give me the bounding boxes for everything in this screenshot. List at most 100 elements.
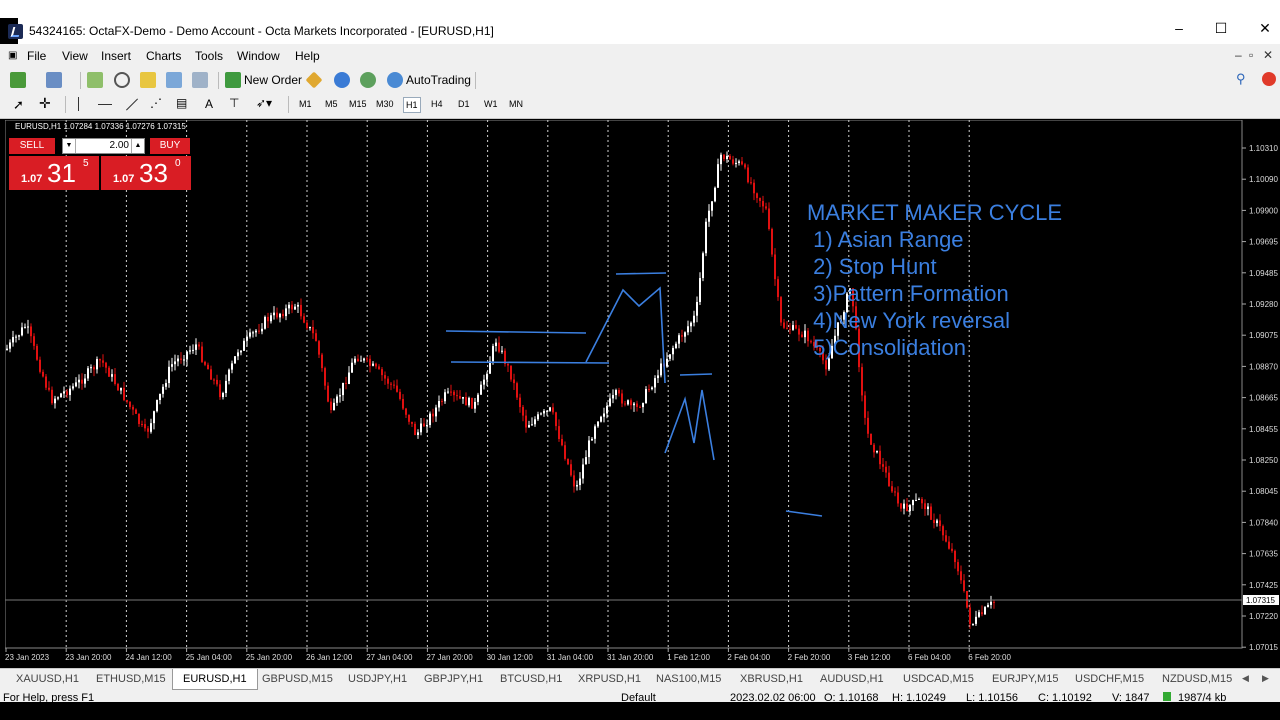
- channel-icon[interactable]: ⋰: [150, 96, 162, 110]
- search-icon[interactable]: ⚲: [1236, 71, 1246, 87]
- new-chart-icon[interactable]: [10, 72, 26, 88]
- menu-window[interactable]: Window: [237, 49, 280, 63]
- arrows-icon[interactable]: ➶▾: [256, 96, 272, 110]
- tab-usdjpy[interactable]: USDJPY,H1: [348, 673, 407, 685]
- strategy-tester-icon[interactable]: [192, 72, 208, 88]
- buy-price-button[interactable]: 1.07 33 0: [101, 156, 191, 190]
- mdi-close-button[interactable]: ✕: [1263, 48, 1273, 62]
- new-order-button[interactable]: New Order: [244, 73, 302, 87]
- terminal-icon[interactable]: [166, 72, 182, 88]
- timeframe-d1[interactable]: D1: [458, 99, 470, 109]
- menu-tools[interactable]: Tools: [195, 49, 223, 63]
- minimize-button[interactable]: –: [1164, 20, 1194, 36]
- tab-nas100[interactable]: NAS100,M15: [656, 673, 721, 685]
- signals-icon[interactable]: [360, 72, 376, 88]
- candle-body: [963, 580, 965, 592]
- timeframe-m5[interactable]: M5: [325, 99, 338, 109]
- market-watch-icon[interactable]: [87, 72, 103, 88]
- community-icon[interactable]: [334, 72, 350, 88]
- tab-eurusd[interactable]: EURUSD,H1: [172, 669, 258, 690]
- tab-gbpusd[interactable]: GBPUSD,M15: [262, 673, 333, 685]
- menu-insert[interactable]: Insert: [101, 49, 131, 63]
- menu-charts[interactable]: Charts: [146, 49, 181, 63]
- candle-body: [543, 410, 545, 414]
- timeframe-w1[interactable]: W1: [484, 99, 498, 109]
- tab-nzdusd[interactable]: NZDUSD,M15: [1162, 673, 1232, 685]
- candle-body: [195, 344, 197, 350]
- candle-body: [867, 417, 869, 434]
- profiles-icon[interactable]: [46, 72, 62, 88]
- tab-ethusd[interactable]: ETHUSD,M15: [96, 673, 166, 685]
- timeframe-m30[interactable]: M30: [376, 99, 394, 109]
- metaeditor-icon[interactable]: [305, 71, 323, 89]
- tab-xrpusd[interactable]: XRPUSD,H1: [578, 673, 641, 685]
- text-icon[interactable]: A: [205, 97, 213, 111]
- menu-file[interactable]: File: [27, 49, 46, 63]
- candle-body: [717, 164, 719, 188]
- timeframe-h4[interactable]: H4: [431, 99, 443, 109]
- candle-body: [864, 395, 866, 418]
- tab-scroll-left-icon[interactable]: ◀: [1242, 673, 1249, 684]
- chart-canvas[interactable]: MARKET MAKER CYCLE 1) Asian Range 2) Sto…: [4, 119, 1280, 668]
- tab-xbrusd[interactable]: XBRUSD,H1: [740, 673, 803, 685]
- price-chart[interactable]: MARKET MAKER CYCLE 1) Asian Range 2) Sto…: [4, 119, 1280, 668]
- timeframe-h1[interactable]: H1: [403, 97, 421, 113]
- close-button[interactable]: ✕: [1250, 20, 1280, 37]
- new-order-icon[interactable]: [225, 72, 241, 88]
- mdi-minimize-button[interactable]: –: [1235, 48, 1242, 62]
- candle-body: [117, 384, 119, 391]
- price-label: 1.07015: [1249, 643, 1278, 652]
- notifications-icon[interactable]: [1262, 72, 1276, 86]
- candle-body: [249, 332, 251, 337]
- tab-audusd[interactable]: AUDUSD,H1: [820, 673, 884, 685]
- autotrading-button[interactable]: AutoTrading: [406, 73, 471, 87]
- vertical-line-icon[interactable]: [78, 97, 79, 111]
- candle-body: [399, 391, 401, 399]
- tab-xauusd[interactable]: XAUUSD,H1: [16, 673, 79, 685]
- tab-btcusd[interactable]: BTCUSD,H1: [500, 673, 562, 685]
- chart-window-icon[interactable]: ▣: [8, 50, 17, 61]
- tab-gbpjpy[interactable]: GBPJPY,H1: [424, 673, 483, 685]
- lot-increase-icon[interactable]: ▲: [131, 139, 144, 153]
- candle-body: [21, 327, 23, 336]
- cursor-icon[interactable]: ➚: [13, 97, 24, 113]
- buy-price-prefix: 1.07: [113, 173, 135, 185]
- lot-size-field[interactable]: ▼ 2.00 ▲: [62, 138, 145, 154]
- lot-value[interactable]: 2.00: [77, 139, 129, 153]
- tab-eurjpy[interactable]: EURJPY,M15: [992, 673, 1058, 685]
- horizontal-line-icon[interactable]: [98, 104, 112, 105]
- candle-body: [525, 415, 527, 428]
- candle-body: [396, 385, 398, 392]
- status-high: H: 1.10249: [892, 692, 946, 702]
- menu-help[interactable]: Help: [295, 49, 320, 63]
- tab-usdcad[interactable]: USDCAD,M15: [903, 673, 974, 685]
- sell-price-button[interactable]: 1.07 31 5: [9, 156, 99, 190]
- timeframe-m15[interactable]: M15: [349, 99, 367, 109]
- tab-scroll-right-icon[interactable]: ▶: [1262, 673, 1269, 684]
- tab-usdchf[interactable]: USDCHF,M15: [1075, 673, 1144, 685]
- candle-body: [507, 363, 509, 366]
- maximize-button[interactable]: ☐: [1206, 20, 1236, 37]
- mdi-restore-button[interactable]: ▫: [1249, 48, 1253, 62]
- autotrading-icon[interactable]: [387, 72, 403, 88]
- buy-button[interactable]: BUY: [150, 138, 190, 154]
- candle-body: [672, 347, 674, 355]
- candle-body: [282, 313, 284, 317]
- menu-view[interactable]: View: [62, 49, 88, 63]
- navigator-icon[interactable]: [140, 72, 156, 88]
- drawing-toolbar: ➚ ✛ ⋰ ▤ A ⊤ ➶▾ M1 M5 M15 M30 H1 H4 D1 W1…: [0, 92, 1280, 119]
- status-datetime: 2023.02.02 06:00: [730, 692, 816, 702]
- timeframe-m1[interactable]: M1: [299, 99, 312, 109]
- candle-body: [633, 403, 635, 406]
- crosshair-icon[interactable]: ✛: [39, 95, 51, 112]
- text-label-icon[interactable]: ⊤: [229, 96, 239, 110]
- fibonacci-icon[interactable]: ▤: [176, 96, 187, 110]
- lot-decrease-icon[interactable]: ▼: [63, 139, 76, 153]
- sell-button[interactable]: SELL: [9, 138, 55, 154]
- data-window-icon[interactable]: [114, 72, 130, 88]
- time-label: 31 Jan 04:00: [547, 653, 594, 662]
- timeframe-mn[interactable]: MN: [509, 99, 523, 109]
- trendline-icon[interactable]: [125, 98, 139, 111]
- candle-body: [465, 397, 467, 406]
- sell-price-fraction: 5: [83, 158, 89, 169]
